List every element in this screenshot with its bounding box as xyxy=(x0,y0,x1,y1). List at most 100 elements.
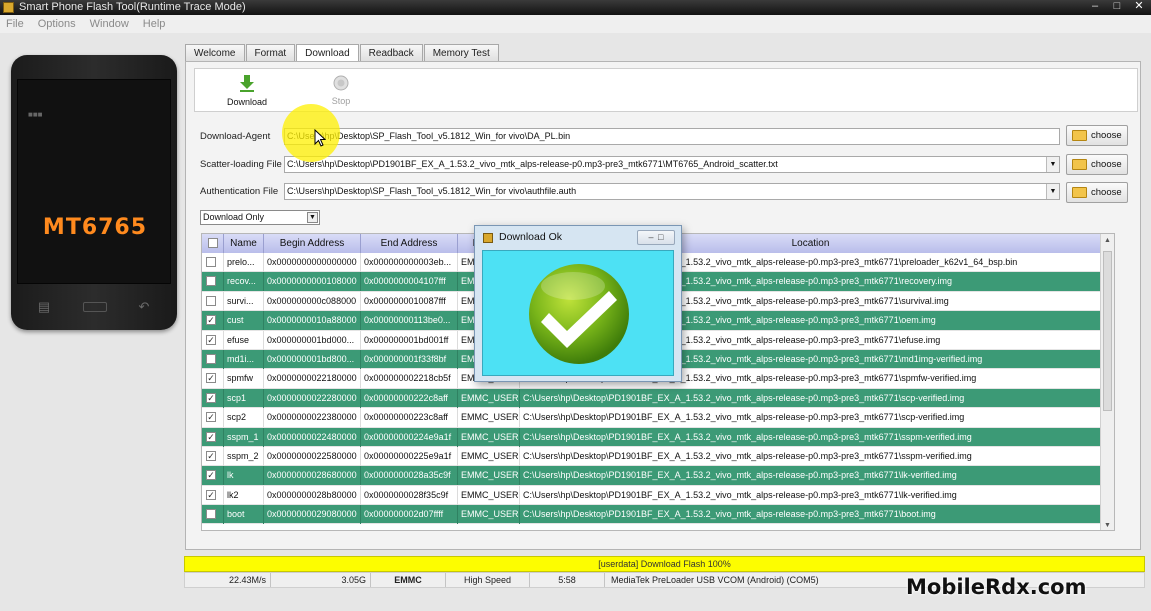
tab-readback[interactable]: Readback xyxy=(359,44,423,62)
chevron-down-icon[interactable]: ▼ xyxy=(1046,184,1059,199)
chevron-down-icon[interactable]: ▼ xyxy=(307,212,318,223)
row-end-address: 0x00000000223c8aff xyxy=(361,408,458,428)
row-check-cell: ✓ xyxy=(202,446,224,466)
scatter-label: Scatter-loading File xyxy=(200,159,282,170)
row-name: recov... xyxy=(224,272,264,292)
row-location: C:\Users\hp\Desktop\PD1901BF_EX_A_1.53.2… xyxy=(520,485,1102,505)
row-location: C:\Users\hp\Desktop\PD1901BF_EX_A_1.53.2… xyxy=(520,505,1102,525)
row-end-address: 0x000000001bd001ff xyxy=(361,330,458,350)
stop-button[interactable]: Stop xyxy=(311,75,371,106)
table-row[interactable]: ✓ sspm_1 0x0000000022480000 0x00000000224e9… xyxy=(202,427,1102,447)
header-name[interactable]: Name xyxy=(224,234,264,253)
scroll-down-icon[interactable]: ▼ xyxy=(1101,519,1114,530)
header-check[interactable] xyxy=(202,234,224,253)
menu-options[interactable]: Options xyxy=(38,15,76,33)
row-checkbox[interactable]: ✓ xyxy=(206,334,216,345)
row-name: md1i... xyxy=(224,349,264,369)
header-end-address[interactable]: End Address xyxy=(361,234,458,253)
row-check-cell: ✓ xyxy=(202,427,224,447)
scatter-field[interactable]: C:\Users\hp\Desktop\PD1901BF_EX_A_1.53.2… xyxy=(284,156,1060,173)
row-begin-address: 0x0000000022280000 xyxy=(264,388,361,408)
row-name: sspm_2 xyxy=(224,446,264,466)
row-end-address: 0x00000000225e9a1f xyxy=(361,446,458,466)
table-row[interactable]: ✓ scp2 0x0000000022380000 0x00000000223c8af… xyxy=(202,408,1102,428)
row-begin-address: 0x0000000010a88000 xyxy=(264,311,361,331)
home-key-icon xyxy=(83,302,107,312)
minimize-icon[interactable]: – xyxy=(1087,0,1103,13)
folder-icon xyxy=(1072,159,1087,170)
row-checkbox[interactable]: ✓ xyxy=(206,392,216,403)
app-icon xyxy=(483,233,493,243)
row-end-address: 0x00000000113be0... xyxy=(361,311,458,331)
row-begin-address: 0x0000000022180000 xyxy=(264,369,361,389)
row-checkbox[interactable]: ✓ xyxy=(206,431,216,442)
maximize-icon[interactable]: □ xyxy=(1109,0,1125,13)
tab-format[interactable]: Format xyxy=(245,44,296,62)
table-row[interactable]: boot 0x0000000029080000 0x000000002d07ffff… xyxy=(202,505,1102,525)
choose-label: choose xyxy=(1091,187,1122,198)
table-row[interactable]: ✓ lk2 0x0000000028b80000 0x0000000028f35c9f… xyxy=(202,485,1102,506)
row-checkbox[interactable]: ✓ xyxy=(206,412,216,423)
download-agent-choose-button[interactable]: choose xyxy=(1066,125,1128,146)
scroll-thumb[interactable] xyxy=(1103,251,1112,411)
dialog-minimize-button[interactable]: – □ xyxy=(637,230,675,245)
row-region: EMMC_USER xyxy=(458,446,520,466)
row-region: EMMC_USER xyxy=(458,408,520,428)
row-check-cell: ✓ xyxy=(202,388,224,408)
row-region: EMMC_USER xyxy=(458,485,520,505)
table-row[interactable]: ✓ scp1 0x0000000022280000 0x00000000222c8af… xyxy=(202,388,1102,409)
row-checkbox[interactable] xyxy=(206,276,216,287)
auth-value: C:\Users\hp\Desktop\SP_Flash_Tool_v5.181… xyxy=(287,186,577,196)
row-check-cell: ✓ xyxy=(202,466,224,486)
close-icon[interactable]: ✕ xyxy=(1131,0,1147,13)
scatter-choose-button[interactable]: choose xyxy=(1066,154,1128,175)
table-row[interactable]: ✓ sspm_2 0x0000000022580000 0x00000000225e9… xyxy=(202,446,1102,467)
row-end-address: 0x0000000028f35c9f xyxy=(361,485,458,505)
download-button[interactable]: Download xyxy=(217,75,277,107)
row-check-cell xyxy=(202,272,224,292)
scroll-up-icon[interactable]: ▲ xyxy=(1101,234,1114,247)
window-title: Smart Phone Flash Tool(Runtime Trace Mod… xyxy=(19,1,246,13)
row-checkbox[interactable]: ✓ xyxy=(206,315,216,326)
row-name: survi... xyxy=(224,291,264,311)
select-all-checkbox[interactable] xyxy=(207,238,218,248)
row-checkbox[interactable] xyxy=(206,353,216,364)
menu-help[interactable]: Help xyxy=(143,15,166,33)
scatter-row: Scatter-loading File C:\Users\hp\Desktop… xyxy=(200,156,1060,173)
row-checkbox[interactable]: ✓ xyxy=(206,373,216,384)
menu-file[interactable]: File xyxy=(6,15,24,33)
row-begin-address: 0x000000001bd000... xyxy=(264,330,361,350)
row-name: scp2 xyxy=(224,408,264,428)
tab-welcome[interactable]: Welcome xyxy=(185,44,245,62)
row-begin-address: 0x0000000029080000 xyxy=(264,505,361,525)
row-checkbox[interactable]: ✓ xyxy=(206,489,216,500)
download-mode-select[interactable]: Download Only ▼ xyxy=(200,210,320,225)
cursor-highlight xyxy=(282,104,340,162)
table-scrollbar[interactable]: ▲ ▼ xyxy=(1100,234,1114,530)
phone-screen: ■■■ MT6765 xyxy=(17,79,171,284)
back-key-icon: ↶ xyxy=(138,299,150,314)
row-checkbox[interactable] xyxy=(206,509,216,520)
menu-key-icon: ▤ xyxy=(37,299,51,314)
download-label: Download xyxy=(226,97,268,107)
row-checkbox[interactable] xyxy=(206,257,216,267)
tab-memory-test[interactable]: Memory Test xyxy=(423,44,499,62)
watermark-text: MobileRdx.com xyxy=(906,575,1087,599)
header-begin-address[interactable]: Begin Address xyxy=(264,234,361,253)
row-end-address: 0x000000002d07ffff xyxy=(361,505,458,525)
menu-window[interactable]: Window xyxy=(90,15,129,33)
row-checkbox[interactable]: ✓ xyxy=(206,450,216,461)
row-checkbox[interactable]: ✓ xyxy=(206,470,216,481)
folder-icon xyxy=(1072,130,1087,141)
auth-choose-button[interactable]: choose xyxy=(1066,182,1128,203)
chevron-down-icon[interactable]: ▼ xyxy=(1046,157,1059,172)
table-row[interactable]: ✓ lk 0x0000000028680000 0x0000000028a35c9f E… xyxy=(202,466,1102,486)
row-check-cell xyxy=(202,349,224,369)
row-location: C:\Users\hp\Desktop\PD1901BF_EX_A_1.53.2… xyxy=(520,388,1102,408)
download-agent-field[interactable]: C:\Users\hp\Desktop\SP_Flash_Tool_v5.181… xyxy=(284,128,1060,145)
auth-field[interactable]: C:\Users\hp\Desktop\SP_Flash_Tool_v5.181… xyxy=(284,183,1060,200)
progress-text: [userdata] Download Flash 100% xyxy=(598,559,731,569)
row-begin-address: 0x0000000028b80000 xyxy=(264,485,361,505)
row-checkbox[interactable] xyxy=(206,295,216,306)
folder-icon xyxy=(1072,187,1087,198)
